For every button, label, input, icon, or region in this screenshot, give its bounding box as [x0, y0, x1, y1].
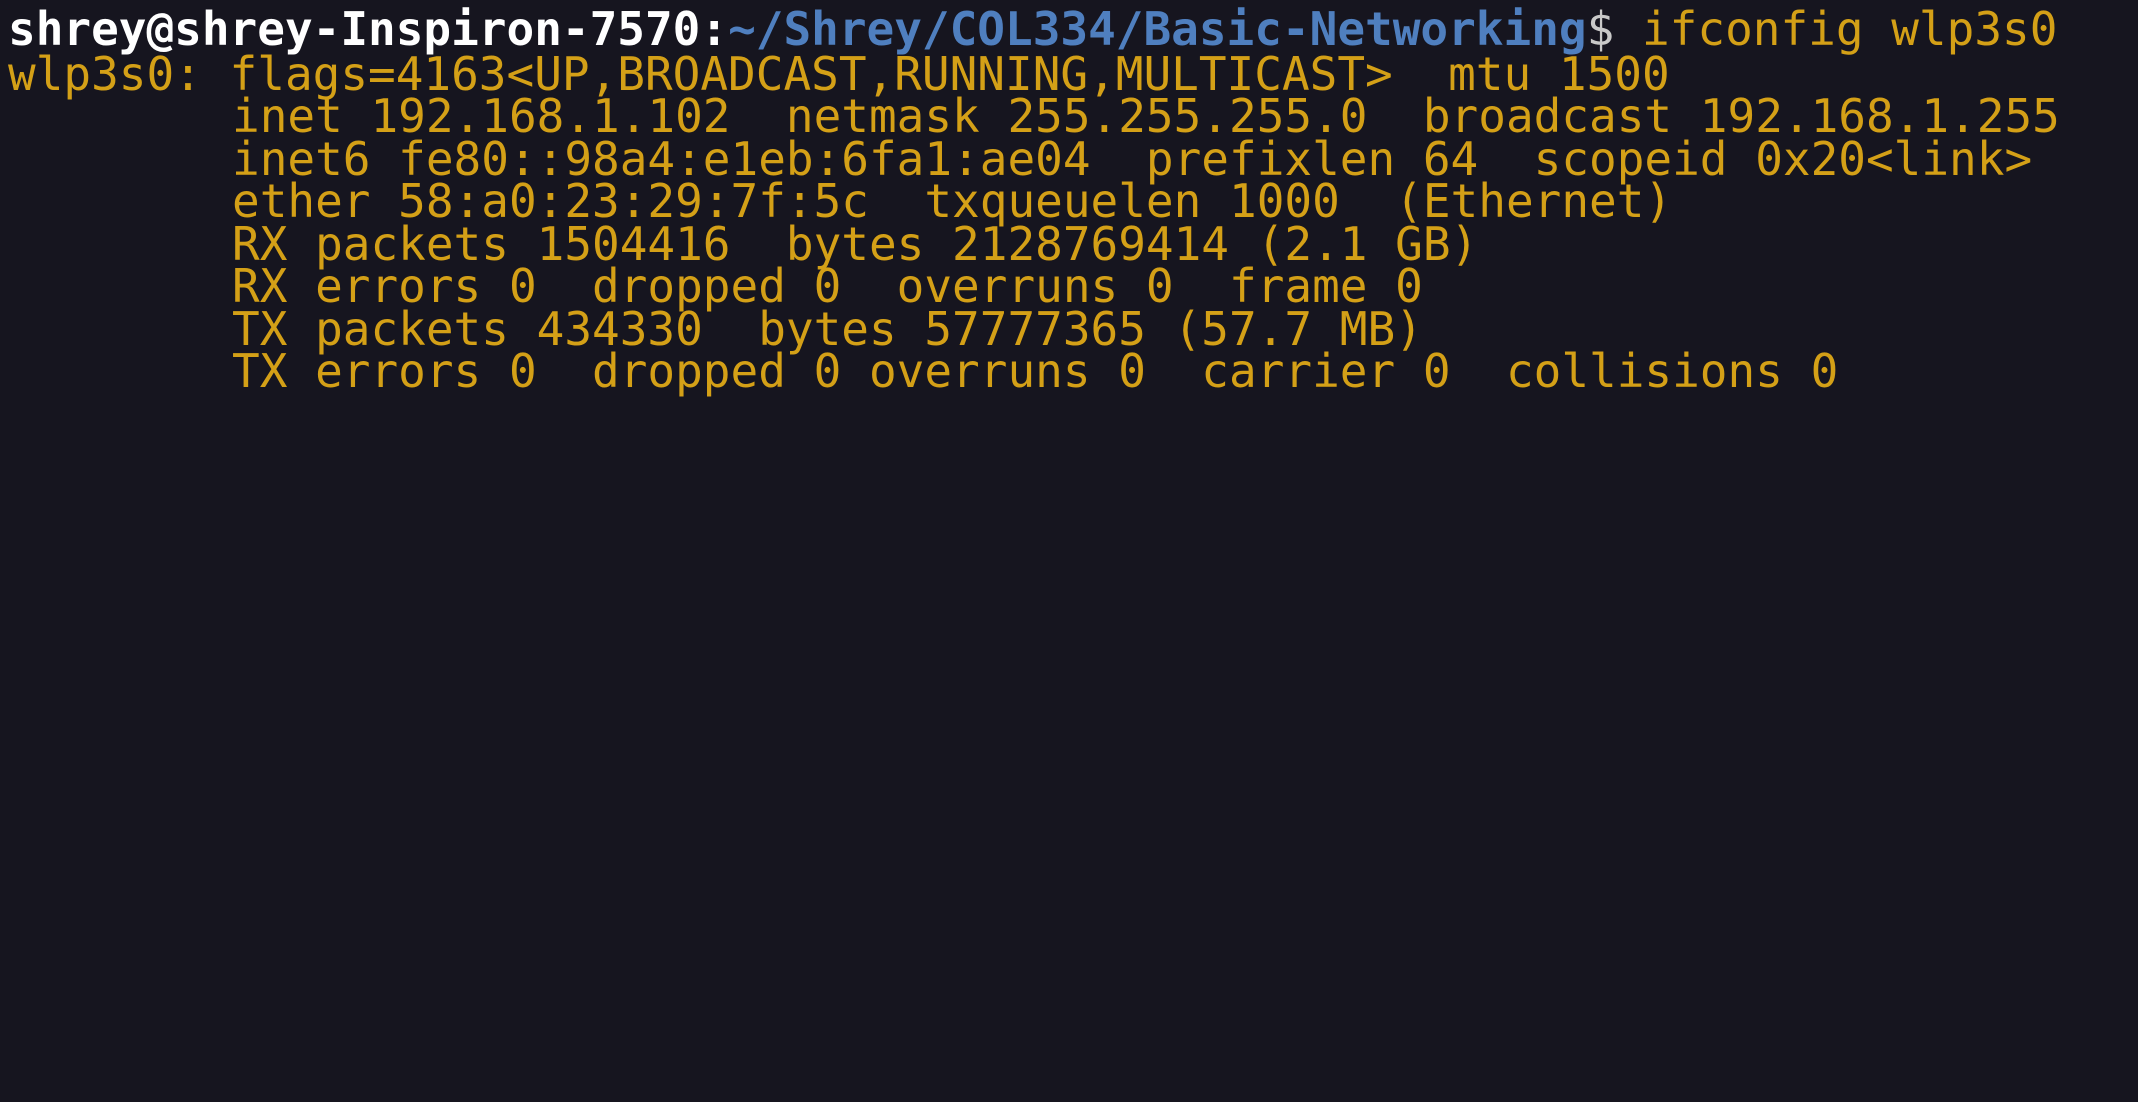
- output-tx-errors-line: TX errors 0 dropped 0 overruns 0 carrier…: [8, 342, 1838, 400]
- command-text: ifconfig wlp3s0: [1641, 2, 2058, 56]
- tx-errors-text: TX errors 0 dropped 0 overruns 0 carrier…: [232, 344, 1839, 398]
- terminal-window[interactable]: shrey@shrey-Inspiron-7570:~/Shrey/COL334…: [0, 0, 2138, 565]
